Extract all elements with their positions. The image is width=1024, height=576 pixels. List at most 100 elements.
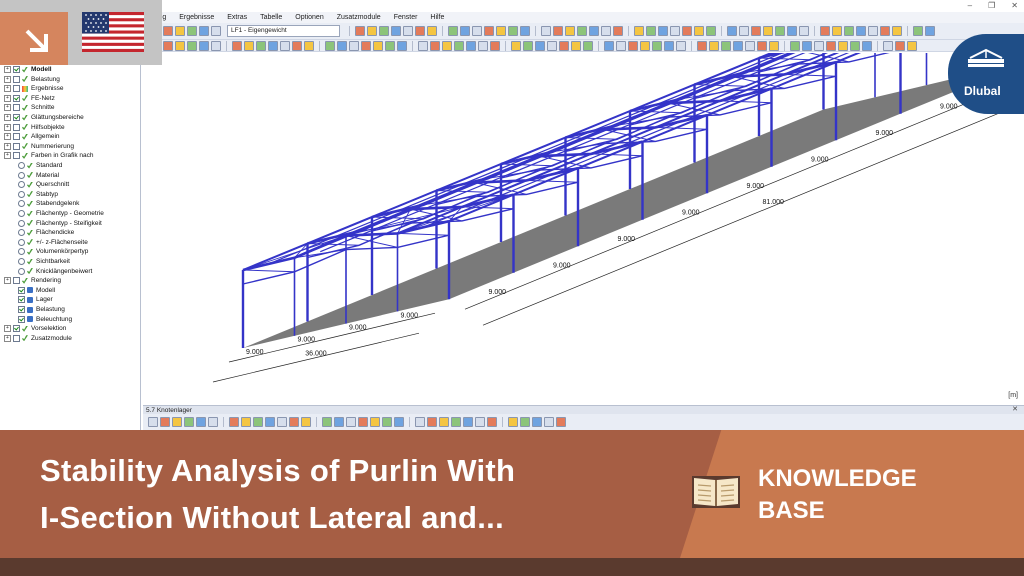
tree-item[interactable]: Belastung [18, 305, 65, 314]
toolbar-button[interactable] [844, 26, 854, 36]
toolbar-button[interactable] [487, 417, 497, 427]
toolbar-button[interactable] [211, 40, 221, 51]
toolbar-button[interactable] [160, 417, 170, 427]
toolbar-button[interactable] [280, 40, 290, 51]
tree-item[interactable]: + Rendering [4, 276, 61, 285]
toolbar-button[interactable] [208, 417, 218, 427]
toolbar-button[interactable] [403, 26, 413, 36]
toolbar-button[interactable] [361, 40, 371, 51]
radio-button[interactable] [18, 267, 25, 275]
toolbar-button[interactable] [292, 40, 302, 51]
toolbar-button[interactable] [751, 26, 761, 36]
radio-button[interactable] [18, 171, 25, 179]
loadcase-combo[interactable]: LF1 - Eigengewicht [227, 25, 340, 37]
expand-icon[interactable]: + [4, 152, 11, 160]
toolbar-button[interactable] [640, 40, 650, 51]
toolbar-button[interactable] [634, 26, 644, 36]
tree-item[interactable]: + FE-Netz [4, 94, 55, 103]
toolbar-button[interactable] [670, 26, 680, 36]
toolbar-button[interactable] [706, 26, 716, 36]
checkbox[interactable] [13, 75, 20, 83]
toolbar-button[interactable] [664, 40, 674, 51]
toolbar-button[interactable] [787, 26, 797, 36]
expand-icon[interactable]: + [4, 104, 11, 112]
toolbar-button[interactable] [265, 417, 275, 427]
toolbar-button[interactable] [475, 417, 485, 427]
radio-button[interactable] [18, 181, 25, 189]
us-flag-icon[interactable] [82, 12, 144, 52]
toolbar-button[interactable] [628, 40, 638, 51]
toolbar-button[interactable] [448, 26, 458, 36]
menu-item[interactable]: Hilfe [430, 14, 444, 21]
menu-item[interactable]: Fenster [394, 14, 418, 21]
toolbar-button[interactable] [583, 40, 593, 51]
model-viewport[interactable]: 9.000 9.000 9.000 9.000 36.000 9.000 9.000 9.00… [143, 0, 1024, 405]
toolbar-button[interactable] [490, 40, 500, 51]
toolbar-button[interactable] [163, 26, 173, 36]
checkbox[interactable] [13, 142, 20, 150]
expand-icon[interactable]: + [4, 123, 11, 131]
close-icon[interactable]: ✕ [1011, 1, 1018, 10]
tree-item[interactable]: + Allgemein [4, 132, 60, 141]
expand-icon[interactable]: + [4, 277, 11, 285]
toolbar-button[interactable] [757, 40, 767, 51]
toolbar-button[interactable] [349, 40, 359, 51]
toolbar-button[interactable] [721, 40, 731, 51]
tree-item[interactable]: Knicklängenbeiwert [18, 267, 92, 276]
toolbar-button[interactable] [415, 417, 425, 427]
toolbar-button[interactable] [775, 26, 785, 36]
menu-item[interactable]: Optionen [295, 14, 323, 21]
tree-item[interactable]: Querschnitt [18, 180, 69, 189]
toolbar-button[interactable] [277, 417, 287, 427]
toolbar-button[interactable] [880, 26, 890, 36]
minimize-icon[interactable]: – [968, 1, 972, 10]
tree-item[interactable]: + Nummerierung [4, 142, 74, 151]
toolbar-button[interactable] [244, 40, 254, 51]
toolbar-button[interactable] [601, 26, 611, 36]
radio-button[interactable] [18, 229, 25, 237]
toolbar-button[interactable] [241, 417, 251, 427]
toolbar-button[interactable] [508, 417, 518, 427]
toolbar-button[interactable] [883, 40, 893, 51]
toolbar-button[interactable] [895, 40, 905, 51]
tree-item[interactable]: + Modell [4, 65, 52, 74]
tree-item[interactable]: Lager [18, 295, 53, 304]
toolbar-button[interactable] [544, 417, 554, 427]
toolbar-button[interactable] [211, 26, 221, 36]
expand-icon[interactable]: + [4, 334, 11, 342]
toolbar-button[interactable] [925, 26, 935, 36]
toolbar-button[interactable] [187, 26, 197, 36]
toolbar-button[interactable] [532, 417, 542, 427]
toolbar-button[interactable] [175, 40, 185, 51]
toolbar-button[interactable] [832, 26, 842, 36]
toolbar-button[interactable] [802, 40, 812, 51]
toolbar-button[interactable] [289, 417, 299, 427]
toolbar-button[interactable] [478, 40, 488, 51]
tree-item[interactable]: Material [18, 171, 59, 180]
toolbar-button[interactable] [256, 40, 266, 51]
expand-icon[interactable]: + [4, 142, 11, 150]
toolbar-button[interactable] [199, 40, 209, 51]
toolbar-button[interactable] [253, 417, 263, 427]
toolbar-button[interactable] [268, 40, 278, 51]
toolbar-button[interactable] [304, 40, 314, 51]
toolbar-button[interactable] [613, 26, 623, 36]
tree-item[interactable]: Stabtyp [18, 190, 58, 199]
toolbar-button[interactable] [172, 417, 182, 427]
checkbox[interactable] [18, 315, 25, 323]
toolbar-button[interactable] [346, 417, 356, 427]
menu-item[interactable]: Tabelle [260, 14, 282, 21]
toolbar-button[interactable] [430, 40, 440, 51]
toolbar-button[interactable] [838, 40, 848, 51]
tree-item[interactable]: +/- z-Flächenseite [18, 238, 88, 247]
toolbar-button[interactable] [850, 40, 860, 51]
checkbox[interactable] [13, 85, 20, 93]
toolbar-button[interactable] [745, 40, 755, 51]
radio-button[interactable] [18, 238, 25, 246]
tree-item[interactable]: + Hilfsobjekte [4, 123, 65, 132]
toolbar-button[interactable] [397, 40, 407, 51]
toolbar-button[interactable] [325, 40, 335, 51]
tree-item[interactable]: Flächentyp - Geometrie [18, 209, 104, 218]
tree-item[interactable]: Flächendicke [18, 228, 74, 237]
toolbar-button[interactable] [175, 26, 185, 36]
